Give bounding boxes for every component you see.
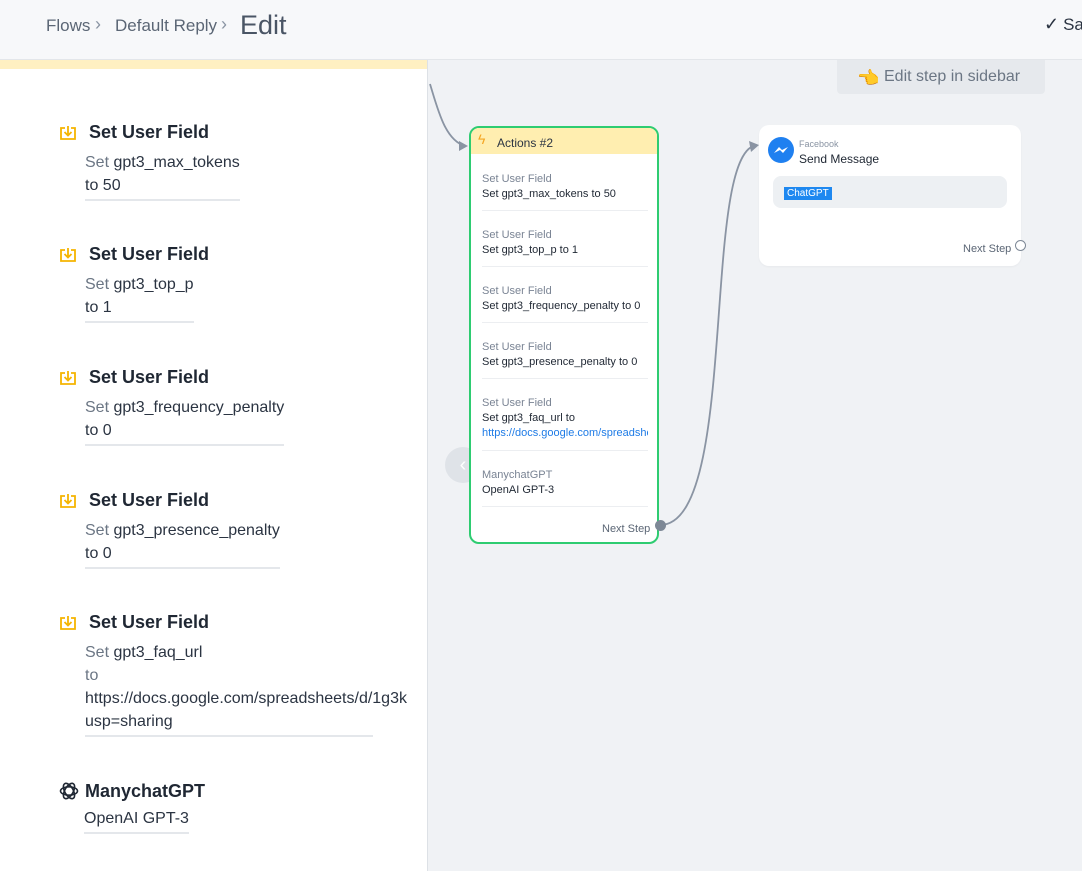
action-value: Set gpt3_frequency_penalty to 0: [482, 300, 641, 312]
next-step-port[interactable]: [655, 520, 666, 531]
action-value: Set gpt3_presence_penalty to 0: [482, 356, 638, 368]
message-chip: ChatGPT: [784, 187, 832, 200]
next-step-wire: [659, 144, 758, 526]
send-message-title: Send Message: [799, 152, 880, 166]
next-step-port[interactable]: [1015, 240, 1026, 251]
action-value: Set gpt3_top_p to 1: [482, 244, 579, 256]
send-message-node[interactable]: Facebook Send Message ChatGPT Next Step: [759, 125, 1021, 266]
lightning-icon: ϟ: [478, 131, 486, 147]
actions-node-header: ϟ Actions #2: [471, 128, 657, 154]
action-label: Set User Field: [482, 229, 552, 241]
action-row: Set User Field Set gpt3_faq_url to https…: [482, 397, 648, 451]
action-row: Set User Field Set gpt3_frequency_penalt…: [482, 285, 648, 323]
next-step-label: Next Step: [602, 523, 651, 535]
platform-label: Facebook: [799, 139, 839, 149]
next-step-arrow: [749, 141, 759, 152]
action-value: Set gpt3_max_tokens to 50: [482, 188, 616, 200]
chevron-left-icon: ‹: [459, 454, 467, 476]
action-row: Set User Field Set gpt3_max_tokens to 50: [482, 173, 648, 211]
action-label: Set User Field: [482, 397, 552, 409]
actions-node-title: Actions #2: [497, 136, 554, 150]
next-step-label: Next Step: [963, 243, 1012, 255]
action-label: Set User Field: [482, 341, 552, 353]
action-link[interactable]: https://docs.google.com/spreadsheets: [482, 427, 648, 439]
action-row: ManychatGPT OpenAI GPT-3: [482, 469, 648, 507]
action-label: Set User Field: [482, 173, 552, 185]
actions-node[interactable]: ϟ Actions #2 Set User Field Set gpt3_max…: [469, 126, 659, 544]
action-row: Set User Field Set gpt3_top_p to 1: [482, 229, 648, 267]
message-bubble: ChatGPT: [773, 176, 1007, 208]
action-row: Set User Field Set gpt3_presence_penalty…: [482, 341, 648, 379]
action-value: Set gpt3_faq_url to: [482, 412, 575, 424]
pointing-hand-icon: 👈: [857, 68, 880, 88]
incoming-arrow: [459, 141, 468, 151]
messenger-icon: [768, 137, 794, 163]
action-label: ManychatGPT: [482, 469, 553, 481]
incoming-wire: [429, 83, 466, 147]
edit-step-hint-label: Edit step in sidebar: [884, 68, 1021, 85]
action-label: Set User Field: [482, 285, 552, 297]
action-value: OpenAI GPT-3: [482, 484, 555, 496]
edit-step-hint[interactable]: 👈 Edit step in sidebar: [837, 60, 1045, 94]
